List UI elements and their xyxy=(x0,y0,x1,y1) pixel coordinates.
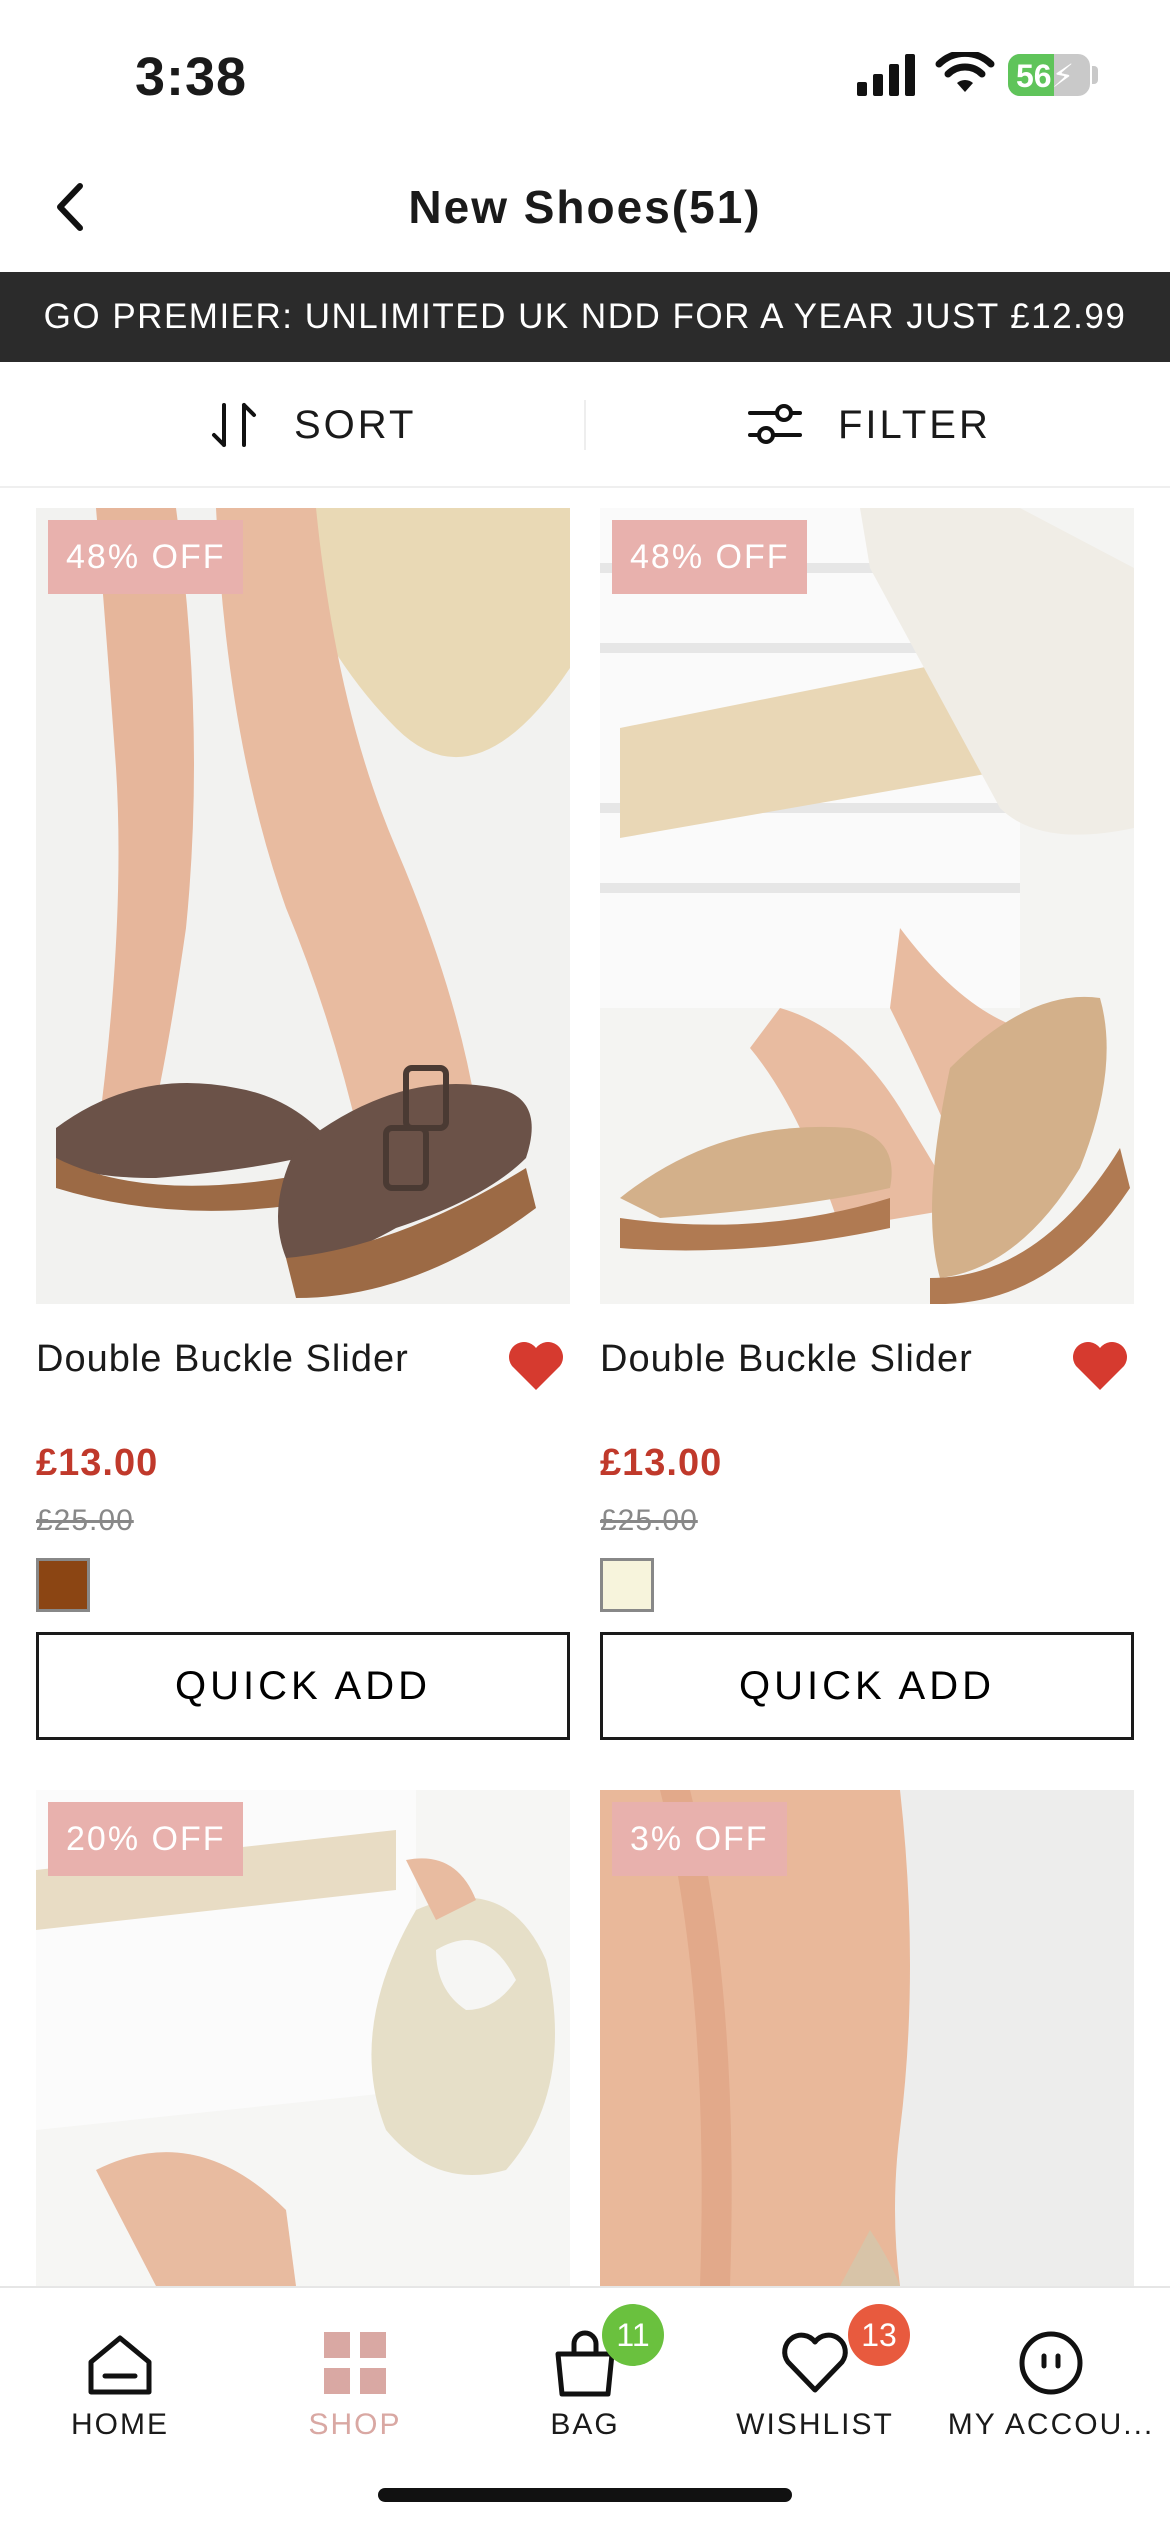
nav-wishlist[interactable]: 13 WISHLIST xyxy=(698,2288,932,2468)
bag-count-badge: 11 xyxy=(602,2304,664,2366)
nav-shop[interactable]: SHOP xyxy=(238,2288,472,2468)
sale-price: £13.00 xyxy=(600,1442,723,1484)
sort-button[interactable]: SORT xyxy=(210,362,416,488)
nav-home[interactable]: HOME xyxy=(3,2288,237,2468)
toolbar-divider xyxy=(584,400,586,450)
sort-label: SORT xyxy=(294,402,417,447)
product-image[interactable]: 48% OFF xyxy=(600,508,1134,1304)
home-indicator xyxy=(378,2488,792,2502)
sort-icon xyxy=(212,403,256,447)
wishlist-count-badge: 13 xyxy=(848,2304,910,2366)
product-photo-tan-sandal xyxy=(600,508,1134,1304)
filter-sliders-icon xyxy=(748,404,802,444)
heart-icon xyxy=(782,2332,848,2393)
product-image[interactable]: 20% OFF xyxy=(36,1790,570,2286)
sale-price: £13.00 xyxy=(36,1442,159,1484)
battery-nub xyxy=(1092,66,1098,84)
filter-label: FILTER xyxy=(838,402,991,447)
sort-filter-bar: SORT FILTER xyxy=(0,362,1170,488)
account-icon xyxy=(1019,2331,1083,2395)
wifi-icon xyxy=(935,52,995,92)
wishlist-heart-icon[interactable] xyxy=(1070,1338,1130,1392)
color-swatch[interactable] xyxy=(600,1558,654,1612)
home-icon xyxy=(88,2335,152,2395)
wishlist-heart-icon[interactable] xyxy=(506,1338,566,1392)
status-bar: 3:38 56⚡ xyxy=(0,0,1170,150)
quick-add-button[interactable]: QUICK ADD xyxy=(36,1632,570,1740)
product-card[interactable]: 20% OFF xyxy=(36,1790,570,2286)
product-photo-brown-sandal xyxy=(36,508,570,1304)
product-image[interactable]: 3% OFF xyxy=(600,1790,1134,2286)
original-price: £25.00 xyxy=(36,1504,134,1537)
product-card[interactable]: 48% OFF Double Buckle Slider £13.00 £25.… xyxy=(36,508,570,1742)
discount-badge: 3% OFF xyxy=(612,1802,787,1876)
nav-bag[interactable]: 11 BAG xyxy=(468,2288,702,2468)
battery-icon: 56⚡ xyxy=(1008,54,1090,96)
product-card[interactable]: 3% OFF xyxy=(600,1790,1134,2286)
product-name[interactable]: Double Buckle Slider xyxy=(36,1338,409,1381)
discount-badge: 20% OFF xyxy=(48,1802,244,1876)
nav-label-shop: SHOP xyxy=(308,2408,402,2441)
nav-account[interactable]: MY ACCOU... xyxy=(932,2288,1170,2468)
filter-button[interactable]: FILTER xyxy=(748,362,991,488)
original-price: £25.00 xyxy=(600,1504,698,1537)
nav-label-bag: BAG xyxy=(550,2408,620,2441)
discount-badge: 48% OFF xyxy=(48,520,244,594)
product-card[interactable]: 48% OFF Double Buckle Slider £13.00 £25.… xyxy=(600,508,1134,1742)
promo-banner[interactable]: GO PREMIER: UNLIMITED UK NDD FOR A YEAR … xyxy=(0,272,1170,362)
cellular-signal-icon xyxy=(857,54,915,96)
battery-level: 56 xyxy=(1015,58,1052,94)
grid-icon xyxy=(324,2332,386,2394)
product-name[interactable]: Double Buckle Slider xyxy=(600,1338,973,1381)
status-time: 3:38 xyxy=(135,47,248,107)
discount-badge: 48% OFF xyxy=(612,520,808,594)
page-title: New Shoes(51) xyxy=(408,181,762,233)
nav-label-home: HOME xyxy=(71,2408,169,2441)
quick-add-button[interactable]: QUICK ADD xyxy=(600,1632,1134,1740)
nav-label-wishlist: WISHLIST xyxy=(736,2408,894,2441)
color-swatch[interactable] xyxy=(36,1558,90,1612)
nav-label-account: MY ACCOU... xyxy=(947,2408,1155,2441)
product-image[interactable]: 48% OFF xyxy=(36,508,570,1304)
